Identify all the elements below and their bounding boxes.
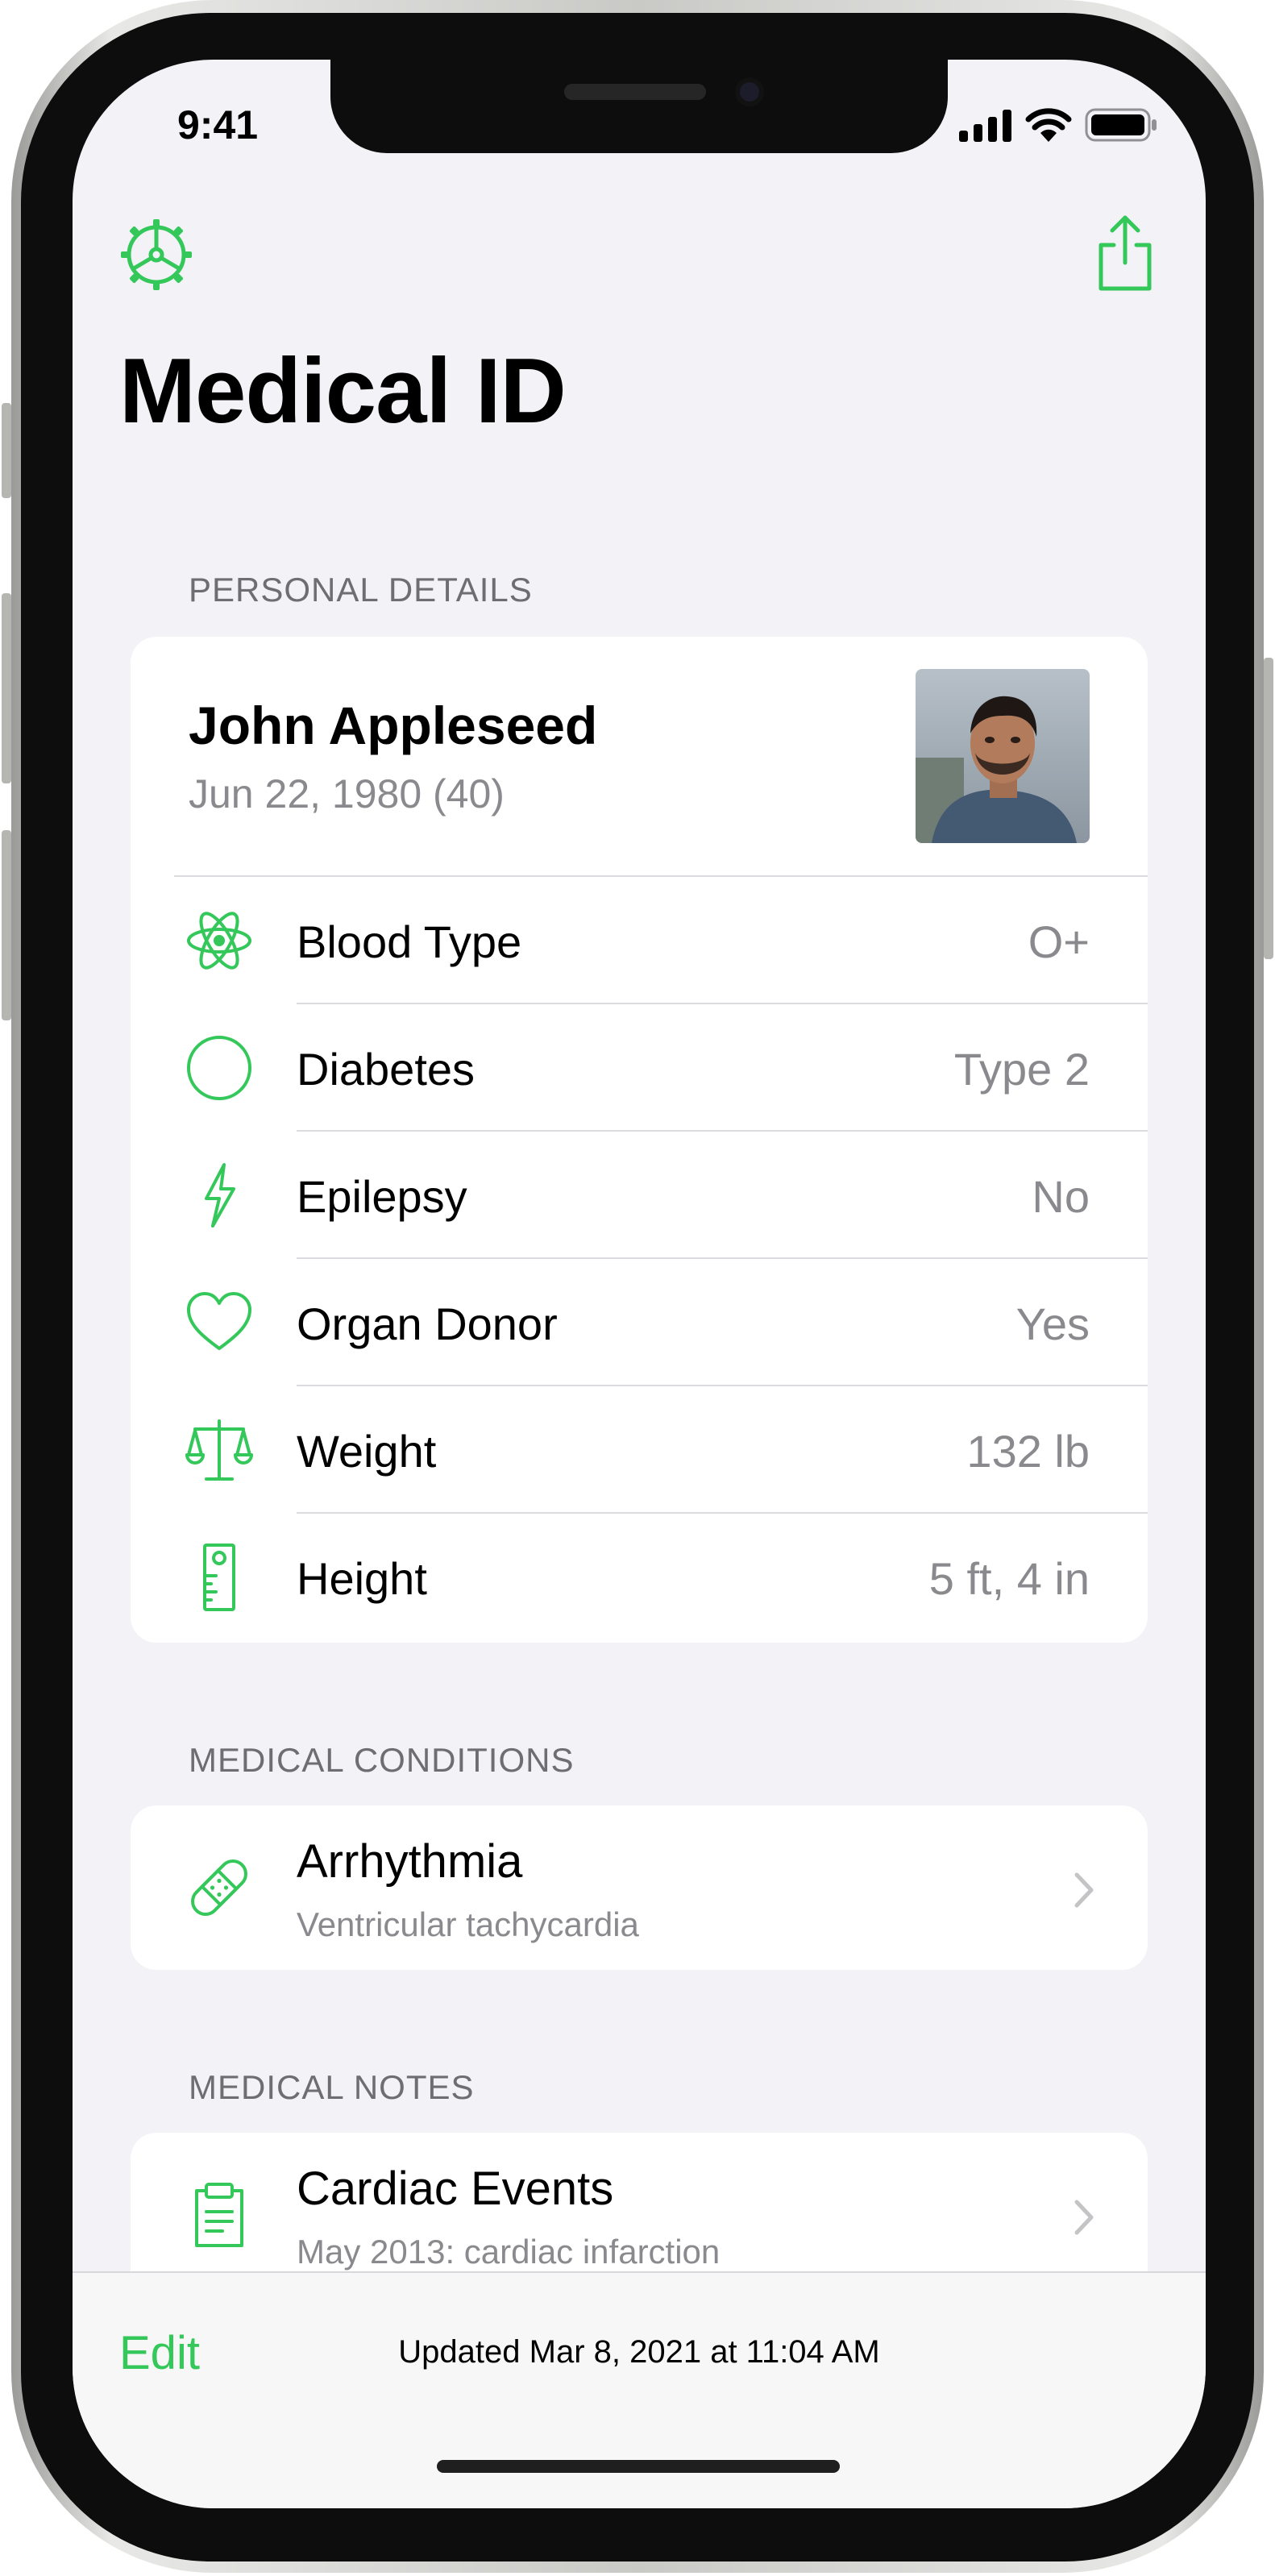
row-value: Type 2 (953, 1044, 1090, 1095)
volume-up-button (2, 593, 11, 783)
front-camera (735, 77, 764, 106)
atom-icon (187, 912, 251, 970)
section-header-notes: MEDICAL NOTES (189, 2068, 475, 2106)
clipboard-icon (195, 2183, 243, 2247)
circle-icon (187, 1036, 251, 1100)
row-value: No (1032, 1171, 1090, 1222)
note-subtitle: May 2013: cardiac infarction (297, 2233, 721, 2271)
condition-title: Arrhythmia (297, 1835, 523, 1888)
heart-icon (187, 1292, 251, 1350)
status-time: 9:41 (177, 102, 259, 147)
bottom-toolbar: Edit Updated Mar 8, 2021 at 11:04 AM (73, 2271, 1206, 2508)
row-diabetes[interactable]: Diabetes Type 2 (131, 1004, 1148, 1132)
section-header-personal: PERSONAL DETAILS (189, 571, 533, 609)
row-label: Blood Type (297, 916, 522, 967)
chevron-right-icon (1074, 2200, 1094, 2235)
status-icons (959, 108, 1157, 142)
avatar[interactable] (916, 669, 1090, 843)
notch (330, 60, 948, 153)
row-label: Height (297, 1553, 427, 1604)
row-value: Yes (1015, 1298, 1090, 1349)
row-label: Weight (297, 1426, 437, 1477)
person-dob: Jun 22, 1980 (40) (189, 771, 505, 816)
row-epilepsy[interactable]: Epilepsy No (131, 1132, 1148, 1259)
row-label: Epilepsy (297, 1171, 467, 1222)
wifi-icon (1025, 108, 1072, 142)
row-label: Diabetes (297, 1044, 476, 1095)
row-height[interactable]: Height 5 ft, 4 in (131, 1514, 1148, 1641)
section-header-conditions: MEDICAL CONDITIONS (189, 1741, 575, 1779)
row-blood-type[interactable]: Blood Type O+ (131, 877, 1148, 1004)
person-name: John Appleseed (189, 696, 598, 755)
condition-row[interactable]: Arrhythmia Ventricular tachycardia (131, 1805, 1148, 1970)
share-icon (1098, 215, 1152, 291)
battery-icon (1085, 108, 1157, 142)
chevron-right-icon (1074, 1872, 1094, 1908)
note-title: Cardiac Events (297, 2163, 614, 2215)
condition-subtitle: Ventricular tachycardia (297, 1905, 639, 1943)
row-weight[interactable]: Weight 132 lb (131, 1386, 1148, 1514)
share-button[interactable] (1093, 213, 1157, 293)
home-indicator[interactable] (437, 2460, 840, 2473)
cellular-signal-icon (959, 110, 1011, 142)
updated-timestamp: Updated Mar 8, 2021 at 11:04 AM (398, 2334, 880, 2370)
gear-icon (121, 219, 192, 290)
settings-button[interactable] (119, 218, 193, 292)
lightning-icon (205, 1163, 235, 1228)
profile-photo (916, 669, 1090, 843)
row-value: 132 lb (966, 1426, 1090, 1477)
power-button (1264, 658, 1273, 959)
row-organ-donor[interactable]: Organ Donor Yes (131, 1259, 1148, 1386)
medical-conditions-card: Arrhythmia Ventricular tachycardia (131, 1805, 1148, 1970)
row-value: 5 ft, 4 in (928, 1553, 1090, 1604)
bandage-icon (191, 1859, 247, 1916)
scale-icon (185, 1419, 253, 1481)
ruler-icon (203, 1544, 235, 1611)
volume-down-button (2, 830, 11, 1020)
page-title: Medical ID (119, 340, 567, 442)
side-button (2, 403, 11, 498)
row-label: Organ Donor (297, 1298, 558, 1349)
screen: 9:41 Medical ID PERSONAL DETAILS John Ap… (73, 60, 1206, 2508)
row-value: O+ (1028, 916, 1090, 967)
speaker-grille (564, 84, 706, 100)
personal-details-card: John Appleseed Jun 22, 1980 (40) Blood T… (131, 637, 1148, 1643)
